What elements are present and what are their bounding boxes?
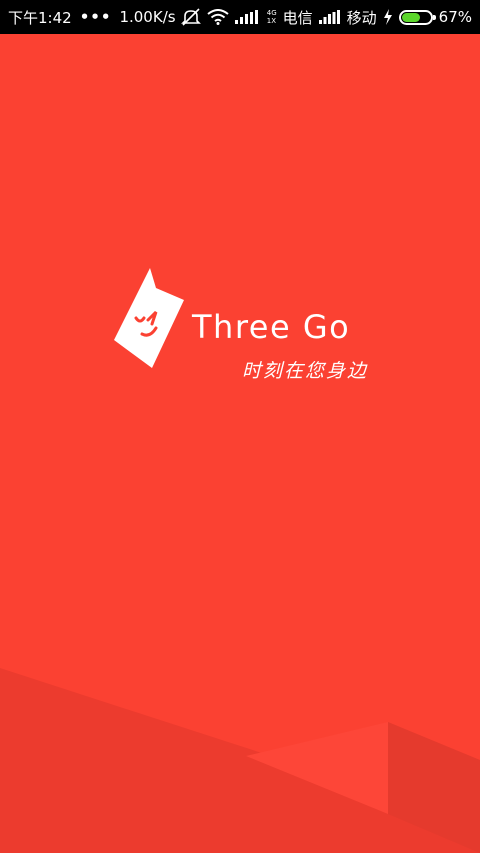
network-speed: 1.00K/s bbox=[119, 8, 176, 26]
brand-name: Three Go bbox=[192, 308, 351, 346]
status-left: 下午1:42 ••• 1.00K/s bbox=[8, 7, 176, 28]
network-type: 4G 1X bbox=[267, 9, 277, 25]
three-go-logo-icon bbox=[114, 268, 184, 368]
wifi-icon bbox=[207, 9, 229, 25]
status-bar: 下午1:42 ••• 1.00K/s 4G 1X 电信 移动 67% bbox=[0, 0, 480, 34]
battery-icon bbox=[398, 9, 436, 25]
signal-icon bbox=[318, 10, 341, 24]
battery-percent: 67% bbox=[438, 8, 472, 26]
network-type-bottom: 1X bbox=[266, 17, 276, 25]
battery-level bbox=[401, 12, 421, 22]
network-type-top: 4G bbox=[266, 9, 277, 17]
signal-icon bbox=[234, 10, 261, 24]
mute-icon bbox=[180, 8, 201, 26]
status-time: 下午1:42 bbox=[8, 8, 72, 27]
splash-screen: Three Go 时刻在您身边 bbox=[0, 34, 480, 853]
background-shapes bbox=[0, 668, 480, 853]
carrier-1: 电信 bbox=[282, 8, 313, 27]
status-right: 4G 1X 电信 移动 67% bbox=[180, 7, 472, 28]
brand-logo: Three Go 时刻在您身边 bbox=[112, 264, 412, 384]
notification-dots: ••• bbox=[79, 8, 112, 26]
slogan: 时刻在您身边 bbox=[242, 360, 369, 382]
carrier-2: 移动 bbox=[346, 8, 377, 27]
charging-icon bbox=[383, 9, 393, 25]
